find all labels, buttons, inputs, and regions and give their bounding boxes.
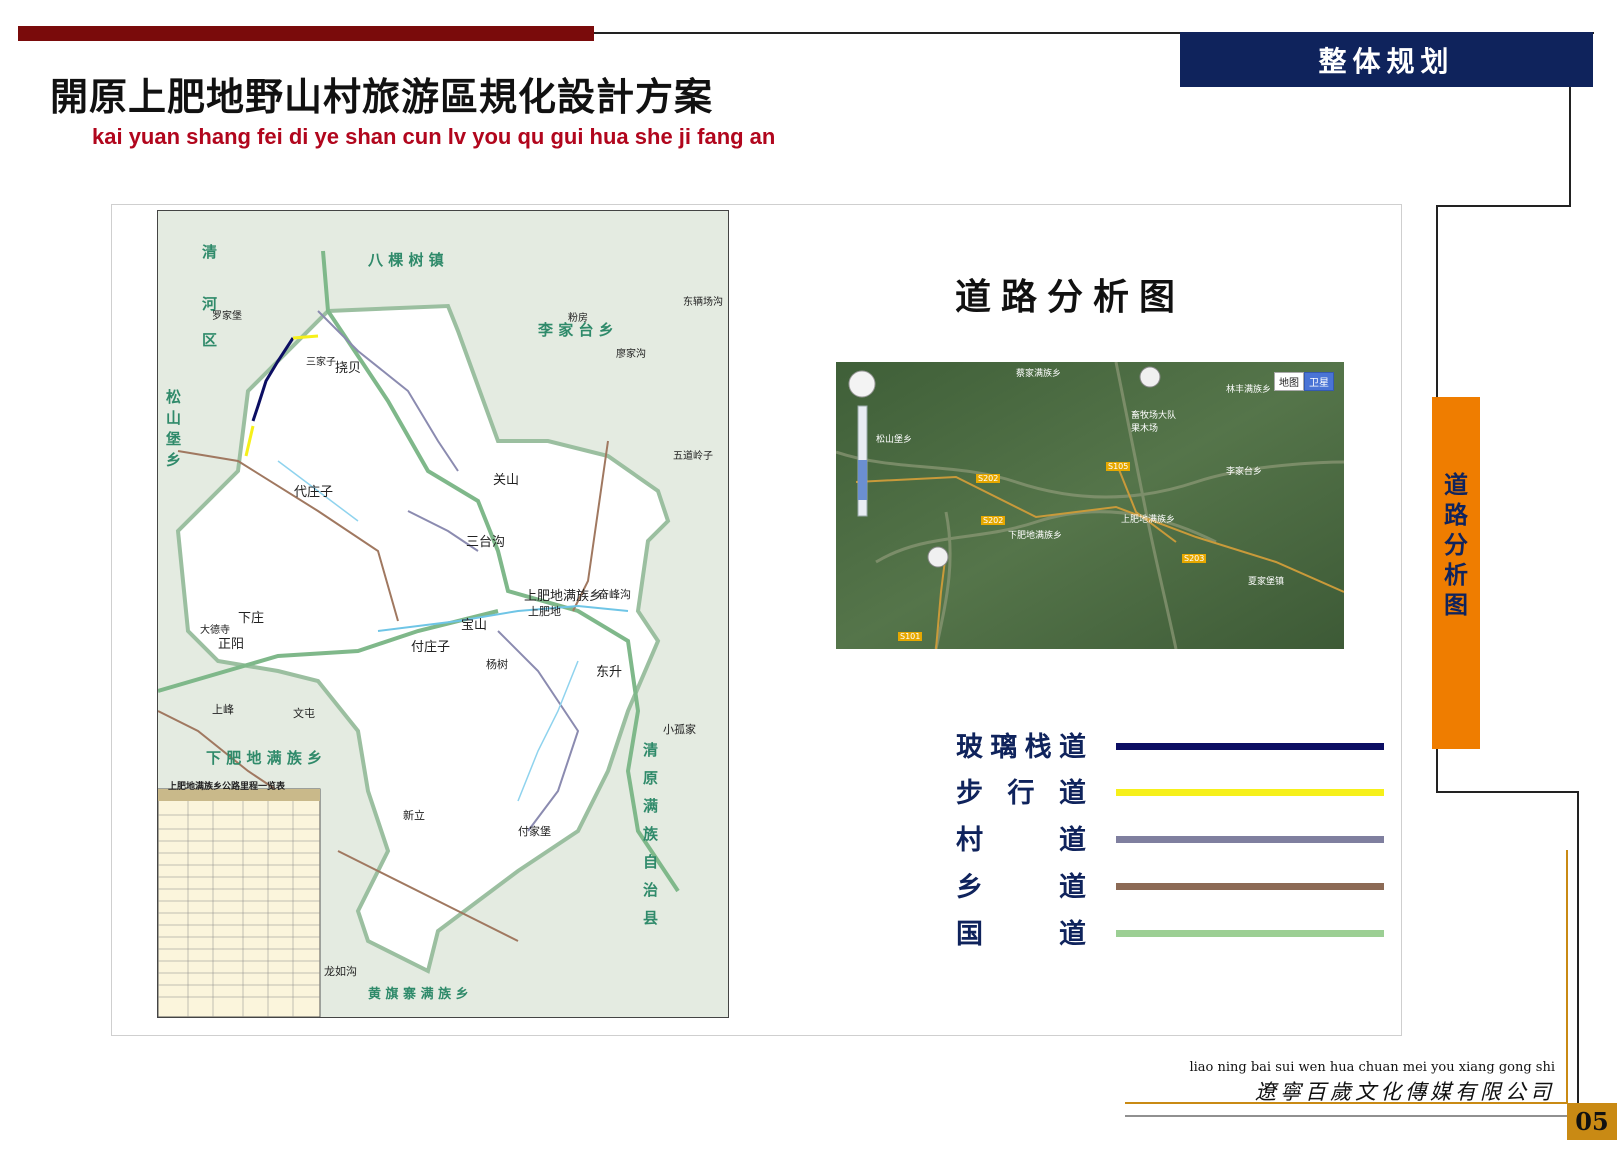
map-label: 清 — [643, 741, 659, 759]
legend-label: 国道 — [956, 919, 1086, 950]
map-label: 下 肥 地 满 族 乡 — [206, 749, 323, 767]
sat-label: 松山堡乡 — [876, 435, 913, 445]
legend-swatch — [1116, 743, 1384, 750]
map-label: 黄 旗 寨 满 族 乡 — [368, 987, 469, 1002]
map-label: 五道岭子 — [673, 451, 713, 462]
satellite-mode-button[interactable]: 卫星 — [1304, 372, 1334, 391]
legend-swatch — [1116, 836, 1384, 843]
map-label: 宝山 — [461, 618, 488, 633]
satellite-map[interactable]: 地图 卫星 蔡家满族乡 林丰满族乡 畜牧场大队果木场 松山堡乡 李家台乡 上肥地… — [836, 362, 1344, 649]
map-label: 杨树 — [486, 658, 508, 671]
map-label: 上肥地 — [528, 605, 561, 618]
company-pinyin: liao ning bai sui wen hua chuan mei you … — [1189, 1060, 1555, 1075]
map-label: 八 棵 树 镇 — [368, 251, 444, 269]
map-label: 乡 — [166, 451, 182, 469]
sat-label: 蔡家满族乡 — [1016, 369, 1062, 379]
sat-label: 上肥地满族乡 — [1121, 515, 1176, 525]
section-heading: 道路分析图 — [955, 276, 1186, 318]
map-label: 新立 — [403, 809, 425, 822]
legend-label: 村道 — [956, 825, 1086, 856]
map-label: 自 — [643, 853, 659, 871]
map-label: 松 — [166, 388, 182, 406]
legend-label: 玻璃栈道 — [956, 732, 1086, 763]
sat-label: 李家台乡 — [1226, 467, 1263, 477]
map-label: 代庄子 — [294, 485, 334, 500]
legend-swatch — [1116, 883, 1384, 890]
legend-swatch — [1116, 789, 1384, 796]
map-label: 下庄 — [238, 611, 265, 626]
map-label: 粉房 — [568, 313, 588, 324]
road-tag: S203 — [1182, 554, 1207, 563]
side-tab-label: 道路分析图 — [1444, 470, 1468, 619]
road-map[interactable]: 上肥地满族乡公路里程一览表 八 棵 树 镇 李 家 台 乡 清 河 区 松 山 … — [157, 210, 729, 1018]
map-label: 满 — [643, 797, 659, 815]
map-label: 廖家沟 — [616, 349, 646, 360]
map-label: 关山 — [493, 473, 520, 488]
satellite-terrain — [836, 362, 1344, 649]
road-tag: S101 — [898, 632, 923, 641]
road-tag: S105 — [1106, 462, 1131, 471]
map-label: 上峰 — [212, 703, 234, 716]
map-label: 治 — [643, 881, 659, 899]
map-label: 罗家堡 — [212, 311, 242, 322]
sat-label: 林丰满族乡 — [1226, 385, 1272, 395]
sat-label: 夏家堡镇 — [1248, 577, 1285, 587]
map-label: 奋峰沟 — [598, 588, 631, 601]
map-label: 堡 — [166, 430, 182, 448]
sat-label: 下肥地满族乡 — [1008, 531, 1063, 541]
map-label: 上肥地满族乡 — [524, 589, 603, 604]
map-label: 县 — [643, 909, 659, 927]
map-label: 三台沟 — [466, 535, 506, 550]
page-number: 05 — [1567, 1103, 1617, 1140]
legend-label: 乡道 — [956, 872, 1086, 903]
road-tag: S202 — [981, 516, 1006, 525]
map-label: 付庄子 — [411, 640, 451, 655]
map-label: 清 — [202, 243, 218, 261]
map-label: 族 — [643, 825, 659, 843]
map-mode-button[interactable]: 地图 — [1274, 372, 1304, 391]
map-label: 大德寺 — [200, 625, 230, 636]
map-label: 区 — [202, 331, 218, 349]
map-label: 付家堡 — [518, 825, 551, 838]
sat-label: 畜牧场大队果木场 — [1131, 411, 1177, 434]
company-name: 遼寧百歲文化傳媒有限公司 — [1255, 1080, 1555, 1104]
road-tag: S202 — [976, 474, 1001, 483]
map-label: 龙如沟 — [324, 965, 357, 978]
map-label: 东升 — [596, 665, 623, 680]
map-label: 山 — [166, 409, 182, 427]
map-label: 小孤家 — [663, 723, 696, 736]
map-table-title: 上肥地满族乡公路里程一览表 — [168, 782, 286, 792]
legend-label: 步行道 — [956, 778, 1086, 809]
map-label: 原 — [643, 769, 659, 787]
legend-swatch — [1116, 930, 1384, 937]
map-label: 挠贝 — [335, 361, 362, 376]
map-label: 文屯 — [293, 707, 315, 720]
map-label: 三家子 — [306, 357, 336, 368]
map-label: 东辆场沟 — [683, 297, 723, 308]
